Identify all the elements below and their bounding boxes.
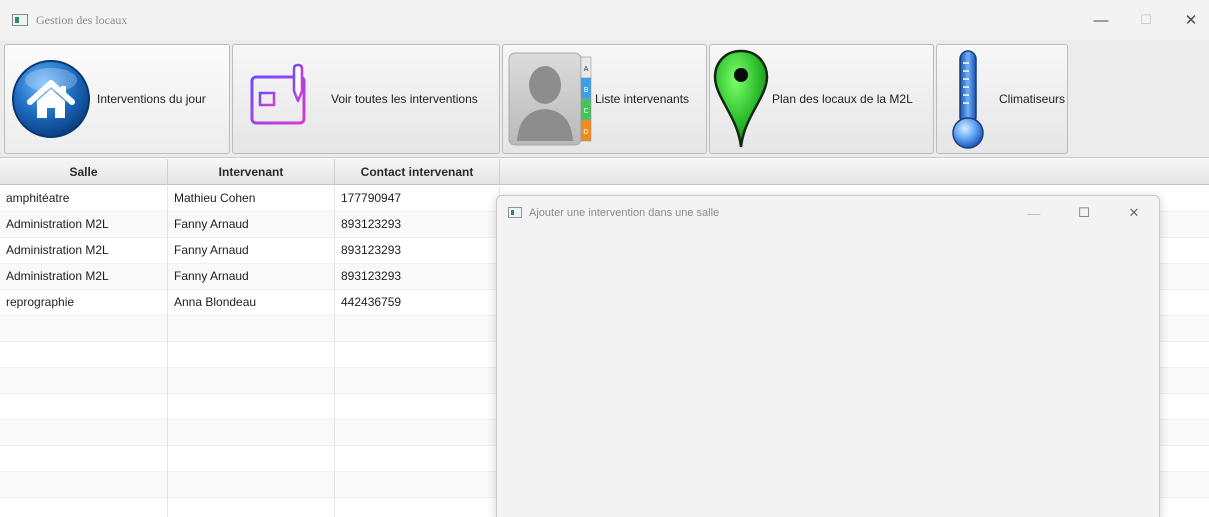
toolbar-label: Liste intervenants	[595, 92, 690, 106]
cell-intervenant: Anna Blondeau	[168, 290, 335, 316]
cell-empty	[168, 342, 335, 368]
dialog-titlebar[interactable]: Ajouter une intervention dans une salle …	[497, 196, 1159, 230]
cell-empty	[0, 342, 168, 368]
map-pin-icon	[710, 47, 772, 151]
document-edit-icon	[233, 63, 331, 135]
cell-salle: amphitéatre	[0, 186, 168, 212]
cell-empty	[335, 446, 500, 472]
cell-empty	[335, 472, 500, 498]
cell-salle: Administration M2L	[0, 238, 168, 264]
cell-empty	[0, 498, 168, 517]
cell-contact: 442436759	[335, 290, 500, 316]
cell-empty	[335, 342, 500, 368]
cell-contact: 893123293	[335, 238, 500, 264]
cell-empty	[168, 394, 335, 420]
column-header-salle[interactable]: Salle	[0, 159, 168, 185]
contacts-tab-a: A	[584, 65, 589, 73]
toolbar: Interventions du jour Voir toutes les in…	[0, 40, 1209, 158]
dialog-maximize-button[interactable]: ☐	[1067, 200, 1101, 226]
cell-empty	[0, 472, 168, 498]
cell-empty	[335, 498, 500, 517]
minimize-button[interactable]: —	[1083, 6, 1119, 34]
cell-contact: 893123293	[335, 212, 500, 238]
maximize-button[interactable]: ☐	[1128, 6, 1164, 34]
toolbar-label: Voir toutes les interventions	[331, 92, 478, 106]
cell-empty	[0, 368, 168, 394]
cell-empty	[335, 368, 500, 394]
dialog-close-button[interactable]: ✕	[1117, 200, 1151, 226]
toolbar-label: Plan des locaux de la M2L	[772, 92, 913, 106]
cell-salle: reprographie	[0, 290, 168, 316]
cell-contact: 177790947	[335, 186, 500, 212]
toolbar-button-plan-locaux[interactable]: Plan des locaux de la M2L	[709, 44, 934, 154]
contacts-tab-d: D	[583, 128, 588, 136]
contacts-tab-c: C	[584, 107, 589, 115]
add-intervention-dialog[interactable]: Ajouter une intervention dans une salle …	[496, 195, 1160, 517]
dialog-minimize-button[interactable]: —	[1017, 200, 1051, 226]
cell-empty	[168, 446, 335, 472]
main-titlebar[interactable]: Gestion des locaux — ☐ ✕	[0, 0, 1209, 40]
close-button[interactable]: ✕	[1173, 6, 1209, 34]
cell-empty	[168, 316, 335, 342]
table-header: Salle Intervenant Contact intervenant	[0, 159, 1209, 185]
cell-empty	[335, 394, 500, 420]
window-title: Gestion des locaux	[36, 13, 128, 27]
cell-empty	[168, 368, 335, 394]
cell-salle: Administration M2L	[0, 212, 168, 238]
app-icon	[12, 14, 28, 26]
contacts-icon: A B C D	[503, 49, 595, 149]
column-header-intervenant[interactable]: Intervenant	[168, 159, 335, 185]
cell-empty	[0, 316, 168, 342]
toolbar-label: Climatiseurs	[999, 92, 1066, 106]
cell-intervenant: Fanny Arnaud	[168, 264, 335, 290]
cell-empty	[335, 420, 500, 446]
dialog-app-icon	[508, 207, 522, 218]
cell-empty	[168, 472, 335, 498]
contacts-tab-b: B	[584, 86, 589, 94]
column-header-contact[interactable]: Contact intervenant	[335, 159, 500, 185]
cell-empty	[0, 394, 168, 420]
thermometer-icon	[937, 47, 999, 151]
cell-empty	[0, 446, 168, 472]
cell-intervenant: Mathieu Cohen	[168, 186, 335, 212]
cell-empty	[0, 420, 168, 446]
cell-intervenant: Fanny Arnaud	[168, 238, 335, 264]
cell-salle: Administration M2L	[0, 264, 168, 290]
home-icon	[5, 58, 97, 140]
cell-empty	[335, 316, 500, 342]
toolbar-button-climatiseurs[interactable]: Climatiseurs	[936, 44, 1068, 154]
toolbar-button-liste-intervenants[interactable]: A B C D Liste intervenants	[502, 44, 707, 154]
cell-empty	[168, 420, 335, 446]
dialog-title: Ajouter une intervention dans une salle	[529, 207, 720, 219]
toolbar-label: Interventions du jour	[97, 92, 206, 106]
cell-intervenant: Fanny Arnaud	[168, 212, 335, 238]
toolbar-button-interventions-du-jour[interactable]: Interventions du jour	[4, 44, 230, 154]
cell-empty	[168, 498, 335, 517]
cell-contact: 893123293	[335, 264, 500, 290]
toolbar-button-voir-interventions[interactable]: Voir toutes les interventions	[232, 44, 500, 154]
